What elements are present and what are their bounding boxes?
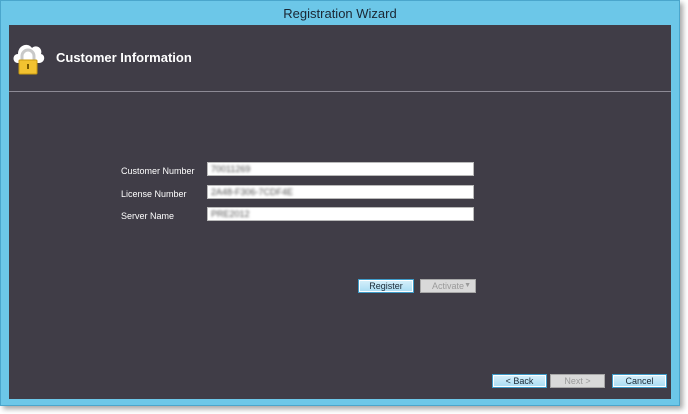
server-name-input[interactable]: PRE2012 <box>207 207 474 221</box>
license-number-value: 2A48-F306-7CDF4E <box>211 187 294 197</box>
back-button[interactable]: < Back <box>492 374 547 388</box>
cancel-button[interactable]: Cancel <box>612 374 667 388</box>
activate-button[interactable]: Activate ▼ <box>420 279 476 293</box>
registration-wizard-window: Registration Wizard Customer Information… <box>0 0 680 406</box>
register-button[interactable]: Register <box>358 279 414 293</box>
wizard-content: Customer Information Customer Number 700… <box>9 25 671 399</box>
customer-number-label: Customer Number <box>121 166 195 176</box>
activate-label: Activate <box>431 281 464 291</box>
server-name-value: PRE2012 <box>211 209 250 219</box>
server-name-label: Server Name <box>121 211 175 221</box>
next-button[interactable]: Next > <box>550 374 605 388</box>
page-title: Customer Information <box>56 50 192 65</box>
window-title: Registration Wizard <box>283 5 397 21</box>
chevron-down-icon: ▼ <box>464 282 471 289</box>
header-divider <box>9 91 671 92</box>
license-number-input[interactable]: 2A48-F306-7CDF4E <box>207 185 474 199</box>
cloud-lock-icon <box>13 44 45 75</box>
customer-number-value: 70011269 <box>211 164 251 174</box>
title-bar[interactable]: Registration Wizard <box>1 1 679 25</box>
wizard-header: Customer Information <box>9 25 671 91</box>
customer-number-input[interactable]: 70011269 <box>207 162 474 176</box>
license-number-label: License Number <box>121 189 187 199</box>
